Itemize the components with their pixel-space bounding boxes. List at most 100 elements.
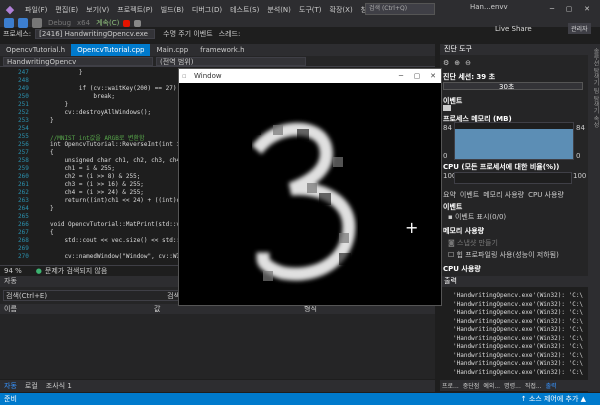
doc-tab-1[interactable]: OpencvTutorial.cpp	[71, 44, 151, 56]
heap-profile-checkbox[interactable]: ☐ 힙 프로파일링 사용(성능이 저하됨)	[448, 250, 559, 260]
doc-tab-2[interactable]: Main.cpp	[150, 44, 194, 56]
code-line: }	[50, 69, 83, 76]
output-line: 'HandwritingOpencv.exe'(Win32): 'C:\	[453, 368, 584, 376]
line-number: 262	[18, 189, 29, 196]
opencv-maximize-icon[interactable]: ▢	[409, 72, 425, 80]
project-select[interactable]: HandwritingOpencv	[3, 56, 153, 66]
minimize-icon[interactable]: ─	[545, 1, 559, 17]
output-panel: 출력 'HandwritingOpencv.exe'(Win32): 'C:\ '…	[440, 276, 588, 391]
lifecycle-events[interactable]: 수명 주기 이벤트	[163, 29, 213, 39]
timeline[interactable]: 30초	[443, 82, 583, 91]
crosshair-cursor-icon: +	[405, 218, 418, 237]
opencv-window-titlebar[interactable]: ▫ Window ─ ▢ ✕	[179, 69, 441, 83]
output-title: 출력	[440, 276, 588, 287]
zoom-in-icon[interactable]: ⊕	[454, 59, 460, 67]
source-control-button[interactable]: ↑ 소스 제어에 추가 ▲	[521, 394, 586, 404]
diagnostics-tab-3[interactable]: CPU 사용량	[528, 190, 564, 200]
bottom-tab-2[interactable]: 조사식 1	[42, 381, 76, 391]
search-input[interactable]: 검색 (Ctrl+Q)	[365, 3, 435, 15]
scope-select[interactable]: (전역 범위)	[156, 56, 306, 66]
doc-tab-0[interactable]: OpencvTutorial.h	[0, 44, 71, 56]
camera-icon: ◙	[448, 239, 455, 247]
output-tab-5[interactable]: 출력	[544, 381, 559, 390]
diagnostics-title: 진단 도구	[440, 44, 588, 55]
menu-item-3[interactable]: 프로젝트(P)	[113, 5, 156, 15]
process-select[interactable]: [2416] HandwritingOpencv.exe	[35, 28, 156, 39]
code-line: return((int)ch1 << 24) + ((int)ch	[50, 197, 184, 204]
menu-item-8[interactable]: 도구(T)	[295, 5, 326, 15]
output-tab-4[interactable]: 직접...	[523, 381, 544, 390]
forward-icon[interactable]	[18, 18, 28, 28]
live-share-button[interactable]: Live Share	[495, 19, 532, 39]
output-line: 'HandwritingOpencv.exe'(Win32): 'C:\	[453, 351, 584, 359]
output-tab-0[interactable]: 프로...	[440, 381, 461, 390]
zoom-out-icon[interactable]: ⊖	[465, 59, 471, 67]
code-line: }	[50, 117, 54, 124]
zoom-level[interactable]: 94 %	[4, 267, 22, 275]
doc-tab-3[interactable]: framework.h	[194, 44, 250, 56]
admin-badge: 관리자	[568, 23, 591, 34]
close-icon[interactable]: ✕	[580, 1, 594, 17]
opencv-window[interactable]: ▫ Window ─ ▢ ✕ +	[178, 68, 442, 306]
menu-item-6[interactable]: 테스트(S)	[226, 5, 263, 15]
memory-min: 0	[443, 152, 448, 160]
window-title: Han...envv	[470, 3, 508, 11]
snapshot-button[interactable]: ◙ 스냅샷 만들기	[448, 238, 498, 248]
line-number: 259	[18, 165, 29, 172]
line-number: 266	[18, 221, 29, 228]
show-events-link[interactable]: ▪ 이벤트 표시(0/0)	[448, 212, 506, 222]
autos-search-label: 검색(Ctrl+E)	[6, 291, 48, 300]
pause-icon[interactable]	[134, 19, 142, 27]
cpu-graph	[454, 172, 572, 184]
code-line: break;	[50, 93, 116, 100]
code-line: ch1 = i & 255;	[50, 165, 116, 172]
code-line: if (cv::waitKey(200) == 27)	[50, 85, 177, 92]
menu-item-1[interactable]: 편집(E)	[51, 5, 82, 15]
menu-item-2[interactable]: 보기(V)	[82, 5, 113, 15]
bottom-tab-1[interactable]: 로컬	[21, 381, 42, 391]
cpu-section: CPU (모든 프로세서에 대한 비율(%))	[443, 163, 560, 171]
menu-item-5[interactable]: 디버그(D)	[188, 5, 226, 15]
code-line: {	[50, 229, 54, 236]
menu-item-4[interactable]: 빌드(B)	[157, 5, 188, 15]
output-tab-1[interactable]: 중단점	[461, 381, 482, 390]
opencv-minimize-icon[interactable]: ─	[393, 72, 409, 80]
bottom-tab-0[interactable]: 자동	[0, 381, 21, 391]
back-icon[interactable]	[4, 18, 14, 28]
menu-item-9[interactable]: 확장(X)	[326, 5, 357, 15]
maximize-icon[interactable]: ▢	[562, 1, 576, 17]
title-bar: ◆ 파일(F) 편집(E) 보기(V) 프로젝트(P) 빌드(B) 디버그(D) 테스트(S…	[0, 0, 600, 19]
menu-item-7[interactable]: 분석(N)	[263, 5, 295, 15]
settings-icon[interactable]: ⚙	[443, 59, 449, 67]
line-number: 251	[18, 101, 29, 108]
mnist-digit-canvas[interactable]: +	[179, 83, 441, 305]
diagnostics-panel: 진단 도구 ⚙ ⊕ ⊖ 진단 세션: 39 초 30초 이벤트 프로세스 메모리…	[440, 44, 588, 276]
code-line: cv::destroyAllWindows();	[50, 109, 152, 116]
side-tool-windows[interactable]: 솔루션 탐색기 팀 탐색기 속성	[588, 44, 600, 392]
code-line: cv::namedWindow("Window", cv::WIN	[50, 253, 184, 260]
pause-events-icon[interactable]	[443, 105, 451, 111]
process-label: 프로세스:	[3, 29, 32, 38]
menu-item-0[interactable]: 파일(F)	[21, 5, 51, 15]
platform-select[interactable]: x64	[77, 19, 90, 27]
output-tab-3[interactable]: 명령...	[502, 381, 523, 390]
session-duration: 진단 세션: 39 초	[443, 73, 496, 81]
output-line: 'HandwritingOpencv.exe'(Win32): 'C:\	[453, 309, 584, 316]
menu-bar: 파일(F) 편집(E) 보기(V) 프로젝트(P) 빌드(B) 디버그(D) 테스트(S) 분…	[21, 5, 422, 15]
output-tab-2[interactable]: 예외...	[481, 381, 502, 390]
show-events-label: 이벤트 표시(0/0)	[454, 213, 507, 221]
stop-icon[interactable]	[123, 19, 131, 27]
opencv-close-icon[interactable]: ✕	[425, 72, 441, 80]
line-number: 260	[18, 173, 29, 180]
diagnostics-tab-1[interactable]: 이벤트	[460, 190, 479, 200]
diagnostics-tabs: 요약 이벤트 메모리 사용량 CPU 사용량	[443, 190, 564, 200]
diagnostics-tab-2[interactable]: 메모리 사용량	[483, 190, 524, 200]
save-icon[interactable]	[32, 18, 42, 28]
continue-button[interactable]: 계속(C)	[96, 18, 119, 28]
line-number: 257	[18, 149, 29, 156]
output-line: 'HandwritingOpencv.exe'(Win32): 'C:\	[453, 360, 584, 367]
check-icon: ●	[35, 267, 42, 275]
timeline-label: 30초	[499, 83, 515, 91]
diagnostics-tab-0[interactable]: 요약	[443, 190, 456, 200]
config-select[interactable]: Debug	[48, 19, 71, 27]
